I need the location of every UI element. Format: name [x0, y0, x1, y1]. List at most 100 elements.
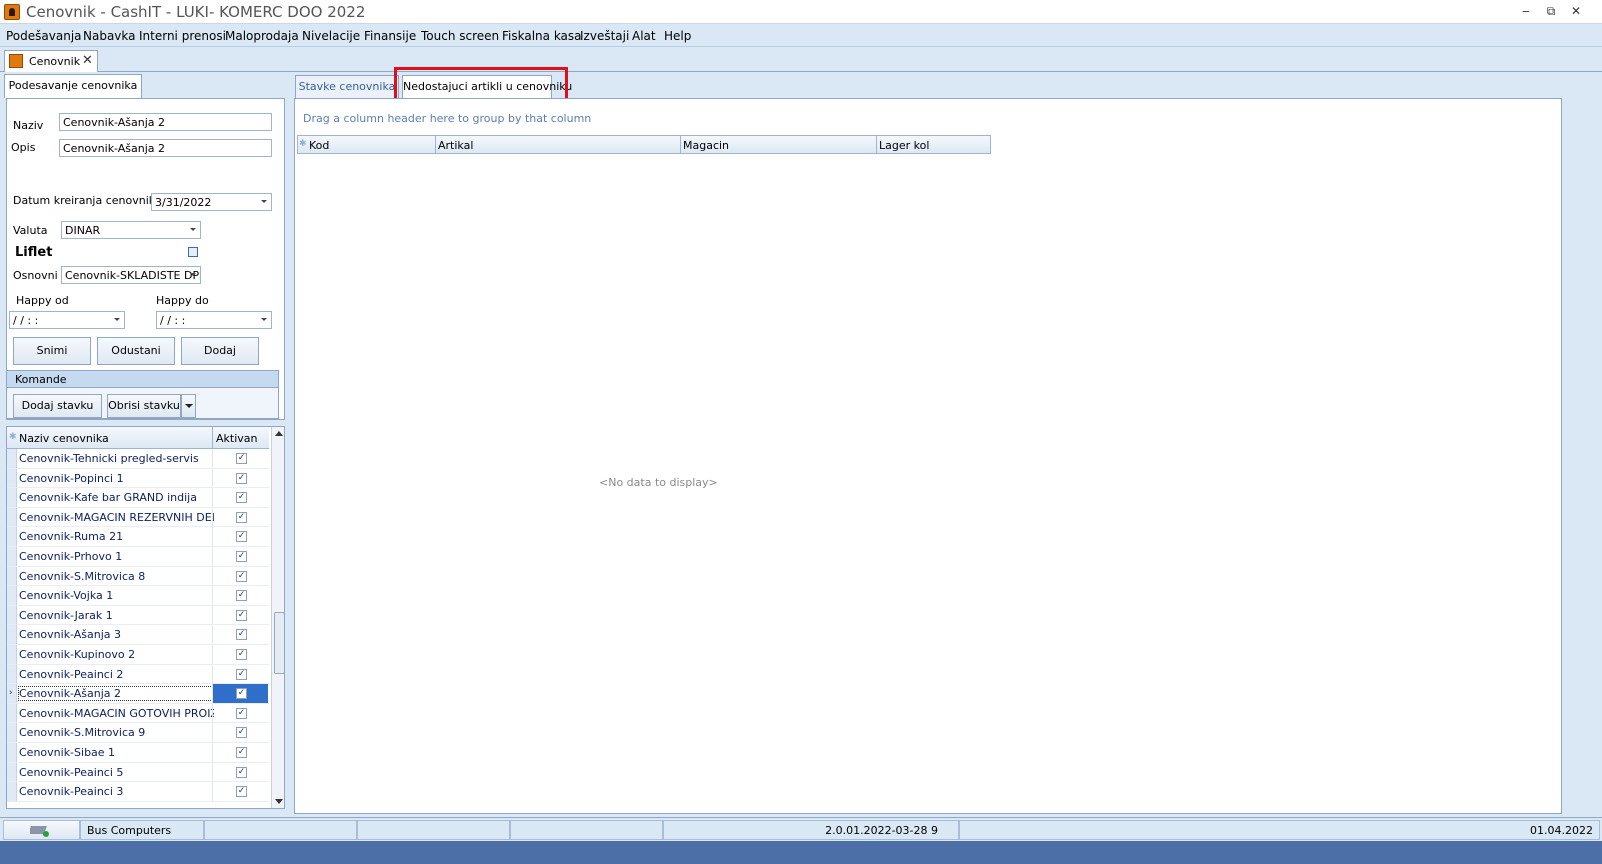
- aktivan-checkbox[interactable]: ✓: [236, 668, 247, 680]
- vertical-scrollbar[interactable]: [271, 427, 284, 808]
- status-computer-button[interactable]: [3, 820, 80, 840]
- row-name: Cenovnik-Tehnicki pregled-servis: [19, 452, 199, 465]
- dodaj-button[interactable]: Dodaj: [181, 337, 259, 365]
- col-artikal[interactable]: Artikal: [438, 139, 473, 152]
- row-indicator: [7, 762, 17, 782]
- aktivan-checkbox[interactable]: ✓: [236, 727, 247, 739]
- osnovni-select[interactable]: Cenovnik-SKLADISTE DPS: [61, 266, 201, 284]
- snimi-button[interactable]: Snimi: [13, 337, 91, 365]
- aktivan-checkbox[interactable]: ✓: [236, 649, 247, 660]
- menu-maloprodaja[interactable]: Maloprodaja: [225, 29, 299, 43]
- table-row[interactable]: Cenovnik-Peainci 3 ✓: [7, 782, 269, 802]
- menu-nivelacije[interactable]: Nivelacije: [302, 29, 360, 43]
- osnovni-value: Cenovnik-SKLADISTE DPS: [65, 269, 201, 282]
- status-segment: [357, 820, 510, 840]
- datum-date-picker[interactable]: 3/31/2022: [151, 193, 272, 211]
- table-row[interactable]: Cenovnik-Tehnicki pregled-servis ✓: [7, 449, 269, 469]
- table-row[interactable]: Cenovnik-Ruma 21 ✓: [7, 527, 269, 547]
- col-naziv-cenovnika[interactable]: Naziv cenovnika: [19, 432, 109, 445]
- tab-stavke-cenovnika[interactable]: Stavke cenovnika: [295, 75, 399, 98]
- obrisi-stavku-button[interactable]: Obrisi stavku: [107, 394, 181, 418]
- row-aktivan-cell: ✓: [212, 762, 268, 782]
- opis-input[interactable]: Cenovnik-Ašanja 2: [59, 139, 272, 157]
- row-aktivan-cell: ✓: [212, 566, 268, 586]
- table-row[interactable]: Cenovnik-Ašanja 3 ✓: [7, 625, 269, 645]
- scroll-up-icon[interactable]: [275, 431, 283, 436]
- aktivan-checkbox[interactable]: ✓: [236, 629, 247, 641]
- col-divider: [212, 427, 213, 449]
- items-grid-header: ✱ Kod Artikal Magacin Lager kol: [297, 135, 991, 154]
- table-row[interactable]: Cenovnik-Kafe bar GRAND indija ✓: [7, 488, 269, 508]
- aktivan-checkbox[interactable]: ✓: [236, 766, 247, 778]
- aktivan-checkbox[interactable]: ✓: [236, 570, 247, 582]
- row-aktivan-cell: ✓: [212, 782, 268, 801]
- col-lager-kol[interactable]: Lager kol: [879, 139, 929, 152]
- aktivan-checkbox[interactable]: ✓: [236, 511, 247, 523]
- col-aktivan[interactable]: Aktivan: [216, 432, 258, 445]
- scroll-thumb[interactable]: [274, 612, 284, 674]
- aktivan-checkbox[interactable]: ✓: [236, 590, 247, 602]
- asterisk-icon: ✱: [9, 432, 17, 442]
- row-name: Cenovnik-Vojka 1: [19, 589, 114, 603]
- table-row[interactable]: Cenovnik-Kupinovo 2 ✓: [7, 645, 269, 665]
- cenovnik-grid: ✱ Naziv cenovnika Aktivan Cenovnik-Tehni…: [6, 426, 285, 809]
- menu-touch-screen[interactable]: Touch screen: [421, 29, 499, 43]
- row-indicator: [7, 664, 17, 684]
- menu-finansije[interactable]: Finansije: [364, 29, 416, 43]
- table-row[interactable]: Cenovnik-Popinci 1 ✓: [7, 468, 269, 489]
- close-button[interactable]: ✕: [1565, 3, 1587, 19]
- col-magacin[interactable]: Magacin: [683, 139, 729, 152]
- aktivan-checkbox[interactable]: ✓: [236, 688, 247, 700]
- chevron-down-icon: [185, 404, 193, 408]
- table-row[interactable]: › Cenovnik-Ašanja 2 ✓: [7, 684, 269, 704]
- aktivan-checkbox[interactable]: ✓: [236, 453, 247, 464]
- menu-izvestaji[interactable]: Izveštaji: [580, 29, 629, 43]
- restore-button[interactable]: ⧉: [1540, 3, 1562, 19]
- valuta-select[interactable]: DINAR: [61, 221, 201, 239]
- tab-podesavanje-cenovnika[interactable]: Podesavanje cenovnika: [4, 74, 142, 98]
- aktivan-checkbox[interactable]: ✓: [236, 551, 247, 562]
- aktivan-checkbox[interactable]: ✓: [236, 492, 247, 504]
- aktivan-checkbox[interactable]: ✓: [236, 472, 247, 484]
- aktivan-checkbox[interactable]: ✓: [236, 609, 247, 621]
- table-row[interactable]: Cenovnik-S.Mitrovica 8 ✓: [7, 566, 269, 587]
- happy-do-input[interactable]: / / : :: [156, 311, 272, 329]
- happy-od-input[interactable]: / / : :: [9, 311, 125, 329]
- row-name: Cenovnik-Peainci 3: [19, 785, 124, 799]
- aktivan-checkbox[interactable]: ✓: [236, 531, 247, 543]
- row-indicator: [7, 527, 17, 546]
- table-row[interactable]: Cenovnik-Peainci 5 ✓: [7, 762, 269, 783]
- liflet-expand-icon[interactable]: [188, 247, 198, 257]
- scroll-down-icon[interactable]: [275, 799, 283, 804]
- obrisi-stavku-dropdown[interactable]: [181, 394, 196, 418]
- dodaj-stavku-button[interactable]: Dodaj stavku: [13, 394, 102, 418]
- table-row[interactable]: Cenovnik-Sibae 1 ✓: [7, 743, 269, 763]
- menu-nabavka[interactable]: Nabavka: [83, 29, 136, 43]
- menu-fiskalna-kasa[interactable]: Fiskalna kasa: [502, 29, 582, 43]
- table-row[interactable]: Cenovnik-Jarak 1 ✓: [7, 605, 269, 626]
- close-icon[interactable]: ✕: [82, 53, 93, 68]
- col-kod[interactable]: Kod: [309, 139, 329, 152]
- table-row[interactable]: Cenovnik-MAGACIN GOTOVIH PROIZVODA ✓: [7, 703, 269, 724]
- table-row[interactable]: Cenovnik-Prhovo 1 ✓: [7, 547, 269, 567]
- aktivan-checkbox[interactable]: ✓: [236, 707, 247, 719]
- table-row[interactable]: Cenovnik-Vojka 1 ✓: [7, 586, 269, 606]
- aktivan-checkbox[interactable]: ✓: [236, 747, 247, 758]
- minimize-button[interactable]: ‒: [1515, 3, 1537, 19]
- table-row[interactable]: Cenovnik-MAGACIN REZERVNIH DELOVA ✓: [7, 507, 269, 528]
- aktivan-checkbox[interactable]: ✓: [236, 786, 247, 798]
- menu-alat[interactable]: Alat: [632, 29, 656, 43]
- menu-podesavanja[interactable]: Podešavanja: [6, 29, 82, 43]
- table-row[interactable]: Cenovnik-Peainci 2 ✓: [7, 664, 269, 685]
- menu-help[interactable]: Help: [664, 29, 691, 43]
- menu-bar: Podešavanja Nabavka Interni prenosi Malo…: [0, 25, 1602, 47]
- row-name: Cenovnik-Ašanja 2: [18, 686, 215, 702]
- odustani-button[interactable]: Odustani: [97, 337, 175, 365]
- menu-interni-prenosi[interactable]: Interni prenosi: [139, 29, 226, 43]
- table-row[interactable]: Cenovnik-S.Mitrovica 9 ✓: [7, 723, 269, 743]
- tab-cenovnik[interactable]: Cenovnik ✕: [4, 50, 98, 72]
- row-indicator: [7, 645, 17, 664]
- naziv-input[interactable]: Cenovnik-Ašanja 2: [59, 113, 272, 131]
- col-divider: [680, 136, 681, 153]
- row-name: Cenovnik-MAGACIN GOTOVIH PROIZVODA: [19, 706, 214, 720]
